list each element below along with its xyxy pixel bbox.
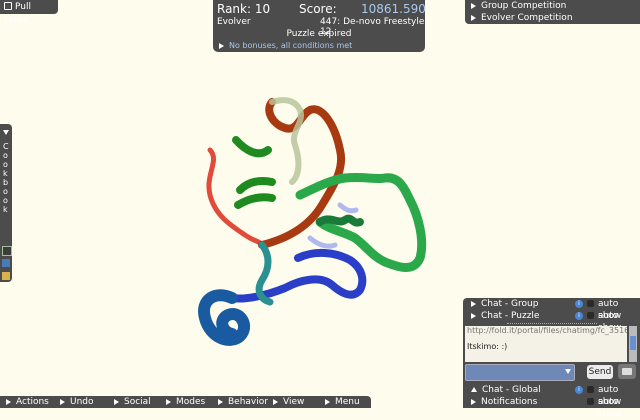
menu-menu[interactable]: Menu [325, 396, 360, 408]
expand-icon [471, 398, 476, 405]
collapse-icon[interactable] [3, 130, 9, 135]
player-name: Evolver [217, 17, 251, 27]
expand-icon [471, 312, 476, 319]
expand-icon [325, 398, 330, 405]
chat-input[interactable] [465, 364, 575, 381]
info-icon[interactable]: i [575, 386, 583, 394]
bonus-text: No bonuses, all conditions met [229, 41, 353, 50]
collapse-icon [471, 387, 477, 392]
cookbook-panel[interactable]: C o o k b o o k [0, 124, 12, 282]
auto-show-label: auto show [598, 397, 622, 419]
score-value: 10861.590 [361, 2, 426, 16]
expand-icon [218, 398, 223, 405]
menu-undo-label: Undo [70, 397, 94, 407]
puzzle-status: Puzzle expired [286, 29, 352, 39]
evolver-competition-item[interactable]: Evolver Competition [465, 12, 640, 24]
chat-scrollbar[interactable] [629, 326, 637, 362]
menu-undo[interactable]: Undo [60, 396, 94, 408]
chat-global-row[interactable]: Chat - Global i auto show [463, 384, 640, 407]
menu-behavior-label: Behavior [228, 397, 268, 407]
expand-icon [219, 42, 224, 49]
camera-icon [622, 368, 632, 375]
expand-icon [6, 398, 11, 405]
evolver-competition-label: Evolver Competition [481, 13, 573, 23]
camera-button[interactable] [618, 364, 636, 379]
score-label: Score: [299, 2, 337, 16]
pull-mode-button[interactable]: Pull Mode [0, 0, 58, 26]
protein-segment-blue [228, 249, 367, 303]
score-panel: Rank: 10 Score: 10861.590 Evolver 447: D… [213, 0, 426, 52]
auto-show-checkbox[interactable] [587, 312, 594, 319]
protein-segment-pale [269, 97, 305, 185]
expand-icon [471, 14, 476, 21]
recipe-icon[interactable] [2, 272, 10, 280]
folder-icon[interactable] [2, 259, 10, 267]
auto-show-checkbox[interactable] [587, 300, 594, 307]
resize-handle[interactable] [507, 323, 597, 324]
menu-view[interactable]: View [273, 396, 304, 408]
expand-icon [471, 300, 476, 307]
script-icon[interactable] [2, 246, 12, 256]
chat-group-row[interactable]: Chat - Group i auto show [463, 298, 640, 321]
notifications-row[interactable]: Notifications auto show [463, 396, 640, 419]
auto-show-checkbox[interactable] [587, 386, 594, 393]
cookbook-label: C o o k b o o k [3, 142, 9, 214]
bottom-menu-bar: Actions Undo Social Modes Behavior View … [0, 396, 371, 408]
expand-icon [273, 398, 278, 405]
send-button[interactable]: Send [587, 365, 613, 379]
competition-panel: Group Competition Evolver Competition [465, 0, 640, 24]
chat-group-label: Chat - Group [481, 299, 539, 309]
chat-message: http://fold.it/portal/files/chatimg/fc_3… [467, 326, 627, 335]
chat-global-label: Chat - Global [482, 385, 541, 395]
group-competition-label: Group Competition [481, 1, 567, 11]
menu-behavior[interactable]: Behavior [218, 396, 268, 408]
expand-icon [166, 398, 171, 405]
bonus-toggle[interactable]: No bonuses, all conditions met [219, 41, 352, 50]
expand-icon [471, 2, 476, 9]
info-icon[interactable]: i [575, 300, 583, 308]
rank-text: Rank: 10 [217, 2, 271, 16]
menu-view-label: View [283, 397, 305, 407]
chevron-down-icon[interactable] [565, 369, 571, 374]
menu-actions[interactable]: Actions [6, 396, 49, 408]
menu-menu-label: Menu [335, 397, 360, 407]
chat-message: Itskimo: :) [467, 342, 508, 351]
chat-puzzle-row[interactable]: Chat - Puzzle iauto show [463, 310, 640, 333]
scrollbar-thumb[interactable] [630, 336, 636, 350]
group-competition-item[interactable]: Group Competition [465, 0, 640, 12]
protein-segment-darkgreen [232, 136, 276, 209]
notifications-label: Notifications [481, 397, 538, 407]
menu-modes-label: Modes [176, 397, 206, 407]
menu-social-label: Social [124, 397, 151, 407]
pull-icon [4, 2, 12, 10]
info-icon[interactable]: i [575, 312, 583, 320]
protein-segment-helix [316, 214, 364, 227]
chat-log: http://fold.it/portal/files/chatimg/fc_3… [465, 326, 627, 362]
expand-icon [60, 398, 65, 405]
chat-panel: Chat - Group i auto show Chat - Puzzle ia… [463, 298, 640, 419]
chat-puzzle-label: Chat - Puzzle [481, 311, 540, 321]
auto-show-checkbox[interactable] [587, 398, 594, 405]
menu-social[interactable]: Social [114, 396, 151, 408]
menu-modes[interactable]: Modes [166, 396, 205, 408]
expand-icon [114, 398, 119, 405]
menu-actions-label: Actions [16, 397, 49, 407]
